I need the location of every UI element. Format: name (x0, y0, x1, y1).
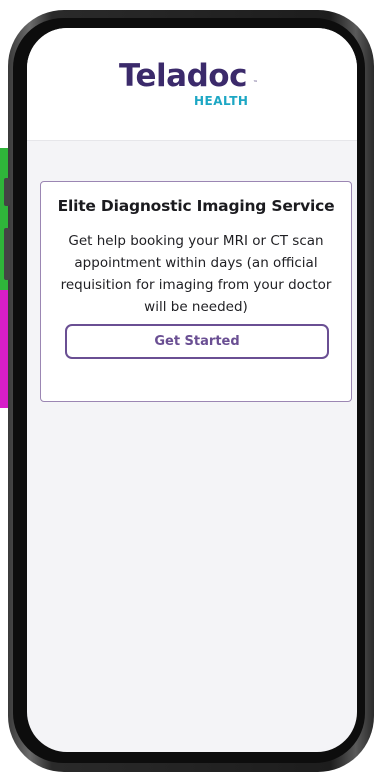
logo-wordmark: Teladoc (119, 58, 247, 94)
phone-screen: Teladoc ™ HEALTH Elite Diagnostic Imagin… (27, 28, 357, 752)
logo-health: HEALTH (194, 94, 249, 108)
app-header: Teladoc ™ HEALTH (27, 28, 357, 141)
get-started-button[interactable]: Get Started (65, 324, 329, 359)
service-card-title: Elite Diagnostic Imaging Service (57, 197, 335, 215)
logo-trademark: ™ (253, 80, 258, 86)
service-card-description: Get help booking your MRI or CT scan app… (60, 233, 332, 315)
service-card: Elite Diagnostic Imaging Service Get hel… (40, 181, 352, 402)
phone-side-button (4, 228, 10, 280)
page: Teladoc ™ HEALTH Elite Diagnostic Imagin… (0, 0, 378, 775)
teladoc-logo: Teladoc ™ HEALTH (119, 58, 269, 118)
phone-side-button (4, 178, 10, 206)
